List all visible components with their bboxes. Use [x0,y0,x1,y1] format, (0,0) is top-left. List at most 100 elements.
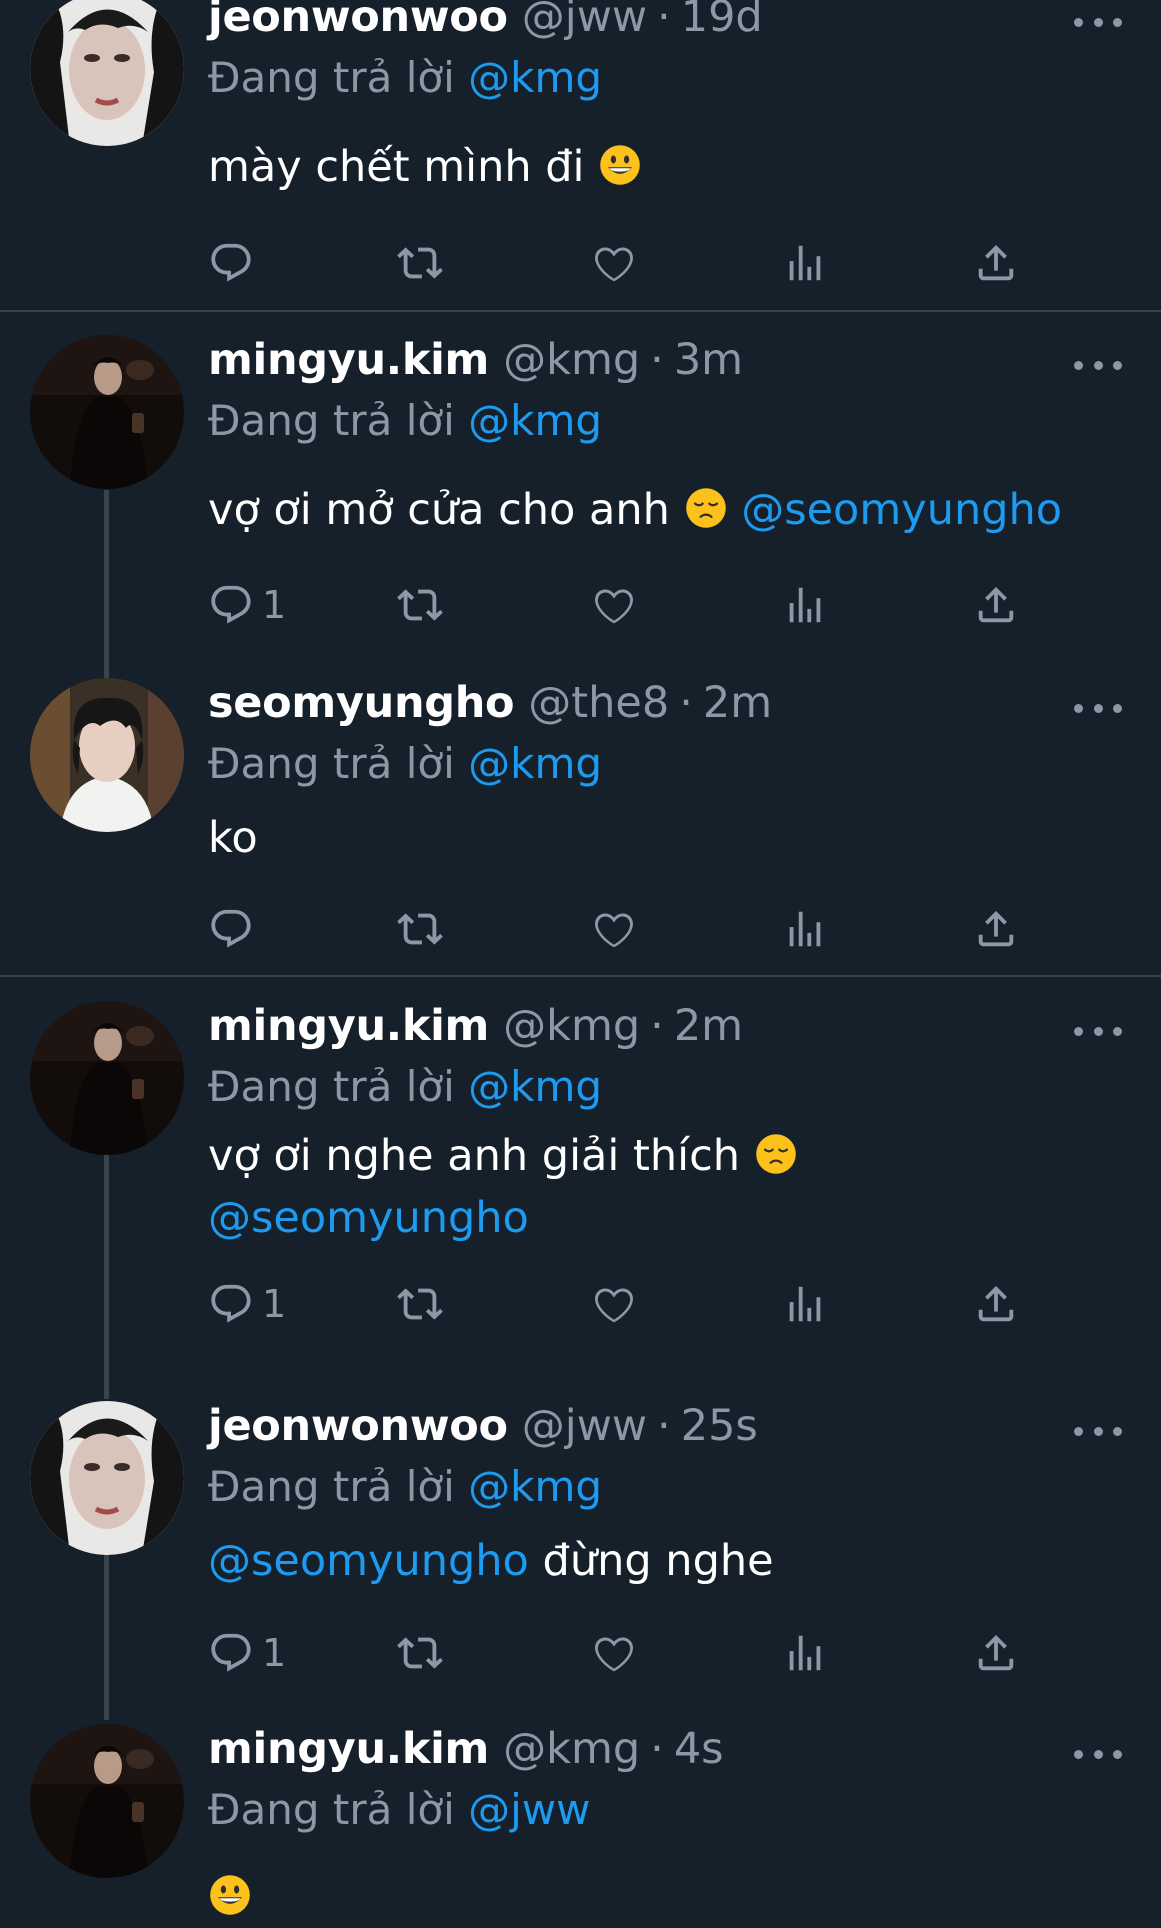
grinning-face-icon [208,1873,252,1917]
reply-mention[interactable]: @jww [468,1785,590,1834]
more-icon[interactable] [1074,1021,1122,1041]
tweet-mention[interactable]: @seomyungho [208,1536,529,1586]
reply-mention[interactable]: @kmg [468,53,602,102]
reply-mention[interactable]: @kmg [468,396,602,445]
like-button[interactable] [591,904,637,954]
tweet-mention[interactable]: @seomyungho [741,485,1062,535]
tweet-actions: 1 [208,580,1028,630]
timestamp[interactable]: 4s [674,1724,724,1774]
more-icon[interactable] [1074,698,1122,718]
retweet-button[interactable] [397,1628,443,1678]
tweet[interactable]: jeonwonwoo @jww · 19d Đang trả lời @kmg … [0,0,1161,312]
retweet-button[interactable] [397,580,443,630]
text-content: ko [208,813,258,863]
avatar[interactable] [30,678,184,832]
tweet[interactable]: seomyungho @the8 · 2m Đang trả lời @kmg … [0,652,1161,976]
display-name[interactable]: jeonwonwoo [208,0,508,42]
timestamp[interactable]: 19d [681,0,763,42]
username[interactable]: @kmg [503,1724,640,1774]
more-icon[interactable] [1074,1744,1122,1764]
avatar[interactable] [30,1001,184,1155]
share-button[interactable] [973,904,1019,954]
avatar[interactable] [30,1401,184,1555]
reply-mention[interactable]: @kmg [468,1462,602,1511]
reply-button[interactable]: 1 [208,1279,286,1329]
timestamp[interactable]: 3m [674,335,743,385]
like-button[interactable] [591,1628,637,1678]
timestamp[interactable]: 2m [674,1001,743,1051]
reply-button[interactable] [208,904,262,954]
like-button[interactable] [591,580,637,630]
replying-to: Đang trả lời @kmg [208,396,602,445]
more-icon[interactable] [1074,12,1122,32]
display-name[interactable]: jeonwonwoo [208,1401,508,1451]
reply-mention[interactable]: @kmg [468,1062,602,1111]
replying-to: Đang trả lời @kmg [208,739,602,788]
reply-prefix: Đang trả lời [208,1785,455,1834]
heart-icon [591,240,637,286]
avatar[interactable] [30,0,184,146]
views-button[interactable] [782,1279,828,1329]
separator: · [650,1001,664,1051]
reply-button[interactable]: 1 [208,580,286,630]
display-name[interactable]: mingyu.kim [208,1724,489,1774]
username[interactable]: @kmg [503,1001,640,1051]
tweet[interactable]: mingyu.kim @kmg · 2m Đang trả lời @kmg v… [0,977,1161,1374]
reply-mention[interactable]: @kmg [468,739,602,788]
like-button[interactable] [591,238,637,288]
grinning-face-icon [598,143,642,187]
views-button[interactable] [782,904,828,954]
timestamp[interactable]: 2m [703,678,772,728]
retweet-icon [397,1281,443,1327]
tweet-header: mingyu.kim @kmg · 3m [208,335,743,391]
reply-button[interactable]: 1 [208,1628,286,1678]
retweet-icon [397,582,443,628]
tweet-text: ko [208,807,1108,869]
display-name[interactable]: seomyungho [208,678,515,728]
username[interactable]: @the8 [528,678,669,728]
reply-count: 1 [262,583,287,627]
display-name[interactable]: mingyu.kim [208,1001,489,1051]
share-button[interactable] [973,238,1019,288]
views-button[interactable] [782,238,828,288]
retweet-button[interactable] [397,1279,443,1329]
reply-prefix: Đang trả lời [208,1062,455,1111]
views-icon [782,582,828,628]
reply-prefix: Đang trả lời [208,53,455,102]
text-content: mày chết mình đi [208,142,585,192]
like-button[interactable] [591,1279,637,1329]
tweet[interactable]: mingyu.kim @kmg · 4s Đang trả lời @jww [0,1724,1161,1920]
tweet-actions [208,904,1028,954]
tweet-actions: 1 [208,1628,1028,1678]
tweet[interactable]: jeonwonwoo @jww · 25s Đang trả lời @kmg … [0,1374,1161,1724]
disappointed-face-icon [754,1132,798,1176]
timestamp[interactable]: 25s [681,1401,758,1451]
reply-button[interactable] [208,238,262,288]
share-button[interactable] [973,580,1019,630]
retweet-button[interactable] [397,904,443,954]
tweet-mention[interactable]: @seomyungho [208,1193,529,1243]
share-button[interactable] [973,1279,1019,1329]
replying-to: Đang trả lời @kmg [208,1462,602,1511]
retweet-button[interactable] [397,238,443,288]
views-button[interactable] [782,580,828,630]
heart-icon [591,906,637,952]
more-icon[interactable] [1074,355,1122,375]
username[interactable]: @jww [522,1401,647,1451]
username[interactable]: @kmg [503,335,640,385]
views-button[interactable] [782,1628,828,1678]
share-icon [973,240,1019,286]
more-icon[interactable] [1074,1421,1122,1441]
tweet-actions: 1 [208,1279,1028,1329]
display-name[interactable]: mingyu.kim [208,335,489,385]
heart-icon [591,1281,637,1327]
share-button[interactable] [973,1628,1019,1678]
username[interactable]: @jww [522,0,647,42]
views-icon [782,906,828,952]
tweet[interactable]: mingyu.kim @kmg · 3m Đang trả lời @kmg v… [0,312,1161,652]
reply-icon [208,906,254,952]
reply-icon [208,1281,254,1327]
avatar[interactable] [30,335,184,489]
separator: · [657,0,671,42]
avatar[interactable] [30,1724,184,1878]
